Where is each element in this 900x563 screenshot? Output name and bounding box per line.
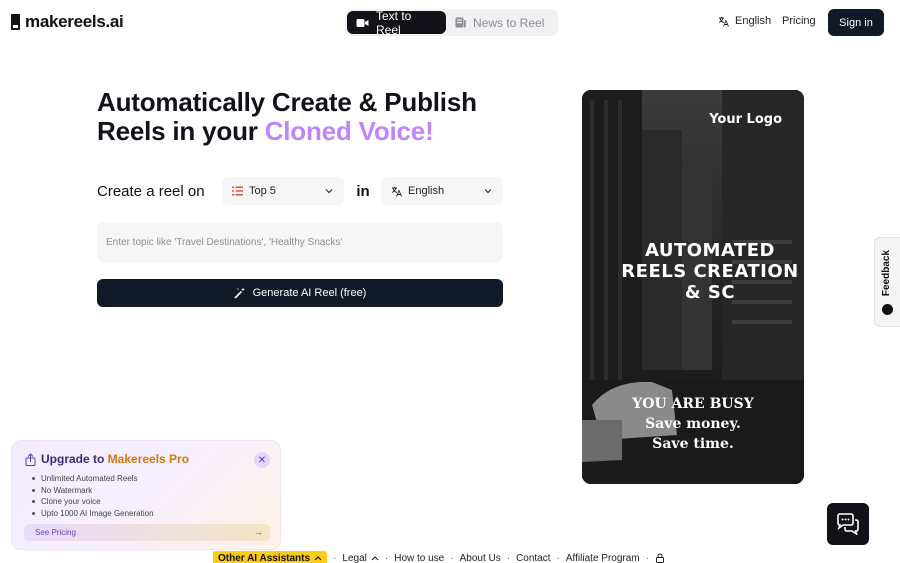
- upgrade-feature-list: Unlimited Automated Reels No Watermark C…: [30, 473, 154, 519]
- list-item: Clone your voice: [30, 496, 154, 508]
- feedback-tab[interactable]: Feedback: [874, 237, 900, 327]
- footer: Other AI Assistants · Legal · How to use…: [213, 551, 665, 563]
- reel-headline: AUTOMATED REELS CREATION & SC: [621, 240, 799, 303]
- reel-tagline-line-2: Save money.: [645, 416, 741, 432]
- language-label: English: [735, 15, 772, 27]
- footer-separator: ·: [333, 552, 337, 563]
- reel-tagline: YOU ARE BUSY Save money. Save time.: [582, 394, 804, 454]
- magic-wand-icon: [234, 287, 245, 299]
- your-logo-text: Your Logo: [709, 112, 782, 127]
- chevron-up-icon: [371, 556, 379, 561]
- pricing-link[interactable]: Pricing: [782, 15, 816, 27]
- translate-icon: [718, 16, 729, 27]
- newspaper-icon: [455, 17, 466, 28]
- reel-tagline-line-1: YOU ARE BUSY: [632, 396, 754, 412]
- language-select[interactable]: English: [381, 177, 503, 205]
- logo-text: makereels.ai: [25, 12, 124, 31]
- arrow-right-icon: →: [254, 527, 263, 537]
- affiliate-program-link[interactable]: Affiliate Program: [566, 553, 640, 563]
- language-select-value: English: [408, 185, 445, 197]
- title-line-1: Automatically Create & Publish: [97, 87, 477, 117]
- close-upgrade-button[interactable]: ✕: [254, 452, 270, 468]
- text-to-reel-label: Text to Reel: [376, 8, 412, 37]
- site-logo[interactable]: makereels.ai: [11, 12, 124, 32]
- in-label: in: [356, 182, 370, 200]
- top-nav: makereels.ai Text to Reel News to Reel E…: [0, 0, 900, 46]
- feedback-label: Feedback: [881, 250, 892, 297]
- page-title: Automatically Create & Publish Reels in …: [97, 88, 477, 146]
- feedback-icon: [882, 304, 893, 315]
- see-pricing-button[interactable]: See Pricing →: [24, 524, 270, 541]
- create-reel-row: Create a reel on Top 5 in English: [97, 177, 503, 205]
- generate-reel-button[interactable]: Generate AI Reel (free): [97, 279, 503, 307]
- sign-in-button[interactable]: Sign in: [828, 9, 884, 36]
- contact-link[interactable]: Contact: [516, 553, 550, 563]
- chat-bubbles-icon: [837, 513, 859, 535]
- news-to-reel-tab[interactable]: News to Reel: [446, 11, 553, 34]
- list-icon: [232, 186, 243, 196]
- format-select-value: Top 5: [249, 185, 276, 197]
- legal-link[interactable]: Legal: [342, 552, 379, 563]
- generate-reel-label: Generate AI Reel (free): [252, 287, 367, 299]
- video-camera-icon: [356, 18, 369, 27]
- format-select[interactable]: Top 5: [222, 177, 344, 205]
- chat-button[interactable]: [827, 503, 869, 545]
- close-icon: ✕: [257, 454, 267, 466]
- upgrade-title-prefix: Upgrade to: [41, 452, 108, 466]
- chevron-down-icon: [325, 189, 333, 194]
- create-label: Create a reel on: [97, 182, 205, 200]
- footer-separator: ·: [450, 552, 454, 563]
- footer-separator: ·: [384, 552, 389, 563]
- list-item: No Watermark: [30, 485, 154, 497]
- footer-separator: ·: [556, 552, 560, 563]
- other-ai-assistants-button[interactable]: Other AI Assistants: [213, 551, 328, 563]
- see-pricing-label: See Pricing: [35, 528, 76, 537]
- how-to-use-link[interactable]: How to use: [394, 553, 444, 563]
- footer-separator: ·: [506, 552, 511, 563]
- language-selector[interactable]: English: [718, 15, 771, 27]
- upgrade-icon: [25, 453, 36, 466]
- mode-toggle: Text to Reel News to Reel: [345, 8, 558, 37]
- text-to-reel-tab[interactable]: Text to Reel: [347, 8, 446, 37]
- list-item: Upto 1000 AI Image Generation: [30, 508, 154, 520]
- news-to-reel-label: News to Reel: [473, 15, 545, 30]
- translate-icon: [391, 186, 402, 197]
- logo-mark-icon: [11, 14, 20, 30]
- other-ai-assistants-label: Other AI Assistants: [218, 552, 311, 563]
- title-line-2: Reels in your Cloned Voice!: [97, 117, 477, 146]
- topic-input[interactable]: [97, 222, 503, 262]
- lock-icon[interactable]: [655, 553, 665, 563]
- chevron-down-icon: [484, 189, 492, 194]
- list-item: Unlimited Automated Reels: [30, 473, 154, 485]
- upgrade-title: Upgrade to Makereels Pro: [41, 452, 189, 466]
- footer-separator: ·: [645, 552, 649, 563]
- upgrade-brand: Makereels Pro: [107, 452, 190, 466]
- reel-preview[interactable]: Your Logo AUTOMATED REELS CREATION & SC …: [582, 90, 804, 484]
- chevron-up-icon: [314, 556, 322, 561]
- legal-label: Legal: [342, 552, 367, 563]
- title-accent: Cloned Voice!: [264, 116, 434, 146]
- upgrade-card: Upgrade to Makereels Pro ✕ Unlimited Aut…: [11, 440, 281, 550]
- about-us-link[interactable]: About Us: [460, 553, 501, 563]
- title-line-2-prefix: Reels in your: [97, 116, 265, 146]
- reel-tagline-line-3: Save time.: [652, 436, 734, 452]
